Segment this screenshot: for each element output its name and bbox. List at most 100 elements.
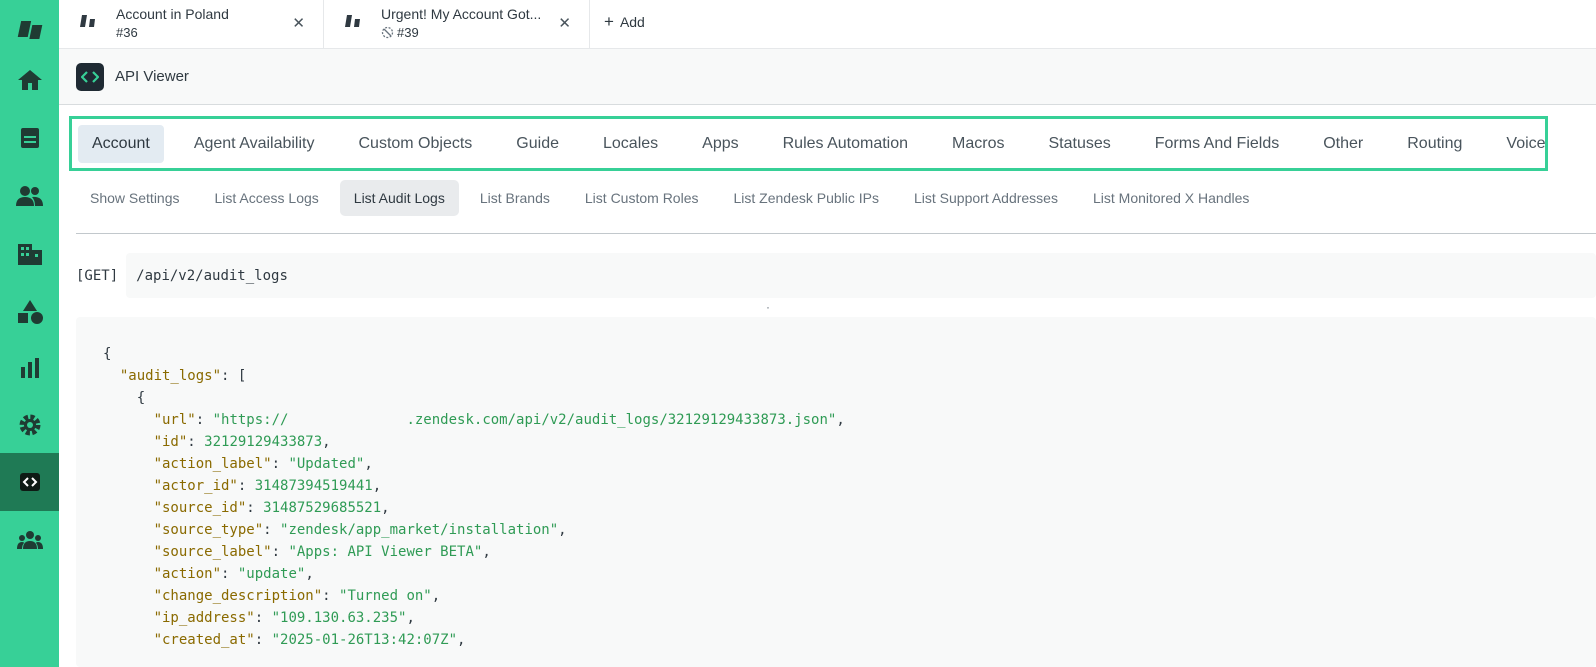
add-tab-label: Add xyxy=(619,13,645,30)
json-key: "change_description" xyxy=(153,588,323,604)
close-icon[interactable]: ✕ xyxy=(558,14,571,32)
divider xyxy=(76,233,1596,234)
app-header: API Viewer xyxy=(59,49,1596,105)
tab-title: Account in Poland xyxy=(116,6,229,22)
json-punct: : xyxy=(263,522,281,538)
json-key: "ip_address" xyxy=(153,610,255,626)
category-tab-account[interactable]: Account xyxy=(78,124,164,163)
category-tab-forms-and-fields[interactable]: Forms And Fields xyxy=(1141,125,1293,163)
json-line: "actor_id": 31487394519441, xyxy=(103,475,1596,497)
json-punct: : xyxy=(271,456,289,472)
json-line: { xyxy=(103,387,1596,409)
endpoint-tab-list-brands[interactable]: List Brands xyxy=(466,180,564,216)
ticket-tab-36[interactable]: Account in Poland #36 ✕ xyxy=(59,0,324,49)
json-brace: { xyxy=(103,346,112,362)
category-tab-routing[interactable]: Routing xyxy=(1393,125,1476,163)
json-line: "source_label": "Apps: API Viewer BETA", xyxy=(103,541,1596,563)
json-value: "zendesk/app_market/installation" xyxy=(280,522,559,538)
json-value: 31487529685521 xyxy=(263,500,382,516)
endpoint-tab-list-zendesk-public-ips[interactable]: List Zendesk Public IPs xyxy=(719,180,893,216)
endpoint-tab-list-monitored-x-handles[interactable]: List Monitored X Handles xyxy=(1079,180,1263,216)
json-value: "Updated" xyxy=(288,456,365,472)
endpoint-tab-list-custom-roles[interactable]: List Custom Roles xyxy=(571,180,713,216)
add-tab-button[interactable]: + Add xyxy=(604,13,645,30)
admin-settings-icon[interactable] xyxy=(0,396,59,454)
json-punct: , xyxy=(364,456,373,472)
category-tab-guide[interactable]: Guide xyxy=(502,125,573,163)
json-punct: , xyxy=(836,412,845,428)
category-tab-statuses[interactable]: Statuses xyxy=(1034,125,1124,163)
category-tab-agent-availability[interactable]: Agent Availability xyxy=(180,125,329,163)
json-punct: , xyxy=(431,588,441,604)
snooze-icon xyxy=(381,26,394,39)
loading-indicator: · xyxy=(766,300,770,314)
json-line: "change_description": "Turned on", xyxy=(103,585,1596,607)
endpoint-path-field[interactable]: /api/v2/audit_logs xyxy=(126,253,1596,298)
json-line: "id": 32129129433873, xyxy=(103,431,1596,453)
json-key: "action_label" xyxy=(153,456,272,472)
json-key: "source_label" xyxy=(153,544,272,560)
json-response-viewer[interactable]: { "audit_logs": [ { "url": "https:// .ze… xyxy=(76,317,1596,667)
json-value: "Turned on" xyxy=(339,588,432,604)
endpoint-tab-show-settings[interactable]: Show Settings xyxy=(76,180,194,216)
category-tab-voice[interactable]: Voice xyxy=(1492,125,1559,163)
json-value: "https:// .zendesk.com/api/v2/audit_logs… xyxy=(212,412,837,428)
json-line: "source_id": 31487529685521, xyxy=(103,497,1596,519)
endpoint-tab-list-access-logs[interactable]: List Access Logs xyxy=(201,180,333,216)
api-viewer-app-icon[interactable] xyxy=(0,453,59,511)
tab-ticket-number: #39 xyxy=(397,25,419,40)
json-value: 32129129433873 xyxy=(204,434,323,450)
json-value: "update" xyxy=(237,566,306,582)
endpoint-tab-list-support-addresses[interactable]: List Support Addresses xyxy=(900,180,1072,216)
json-punct: : xyxy=(187,434,205,450)
home-icon[interactable] xyxy=(0,51,59,109)
category-tab-custom-objects[interactable]: Custom Objects xyxy=(344,125,486,163)
tab-title: Urgent! My Account Got... xyxy=(381,6,542,22)
json-punct: , xyxy=(372,478,382,494)
left-sidebar xyxy=(0,0,59,667)
customers-icon[interactable] xyxy=(0,167,59,225)
json-line: "action": "update", xyxy=(103,563,1596,585)
category-tab-macros[interactable]: Macros xyxy=(938,125,1018,163)
category-tab-rules-automation[interactable]: Rules Automation xyxy=(769,125,922,163)
reporting-icon[interactable] xyxy=(0,339,59,397)
ticket-tab-bar: Account in Poland #36 ✕ Urgent! My Accou… xyxy=(59,0,1596,49)
json-punct: : xyxy=(237,478,255,494)
json-value: "2025-01-26T13:42:07Z" xyxy=(271,632,458,648)
views-icon[interactable] xyxy=(0,109,59,167)
team-icon[interactable] xyxy=(0,511,59,569)
endpoint-tabs: Show Settings List Access Logs List Audit … xyxy=(76,180,1596,216)
zendesk-logo-icon[interactable] xyxy=(0,0,59,58)
json-line: { xyxy=(103,343,1596,365)
tab-ticket-number: #36 xyxy=(116,25,138,40)
json-line: "source_type": "zendesk/app_market/insta… xyxy=(103,519,1596,541)
json-punct: : xyxy=(221,566,238,582)
objects-icon[interactable] xyxy=(0,283,59,341)
endpoint-path: /api/v2/audit_logs xyxy=(136,267,288,284)
endpoint-tab-list-audit-logs[interactable]: List Audit Logs xyxy=(339,180,459,216)
json-key: "created_at" xyxy=(153,632,255,648)
organizations-icon[interactable] xyxy=(0,225,59,283)
json-punct: , xyxy=(381,500,390,516)
tab-subtitle: #39 xyxy=(381,25,419,40)
close-icon[interactable]: ✕ xyxy=(292,14,305,32)
json-punct: , xyxy=(406,610,415,626)
json-key: "id" xyxy=(153,434,188,450)
json-line: "created_at": "2025-01-26T13:42:07Z", xyxy=(103,629,1596,651)
json-value: "Apps: API Viewer BETA" xyxy=(288,544,483,560)
json-punct: , xyxy=(558,522,567,538)
category-tab-other[interactable]: Other xyxy=(1309,125,1377,163)
ticket-tab-39[interactable]: Urgent! My Account Got... #39 ✕ xyxy=(324,0,590,49)
category-tab-locales[interactable]: Locales xyxy=(589,125,672,163)
json-key: "source_type" xyxy=(153,522,264,538)
json-key: "url" xyxy=(153,412,196,428)
json-punct: : xyxy=(322,588,340,604)
api-viewer-logo-icon xyxy=(76,63,104,91)
app-root: Account in Poland #36 ✕ Urgent! My Accou… xyxy=(0,0,1596,667)
app-title: API Viewer xyxy=(115,68,189,85)
json-punct: , xyxy=(457,632,466,648)
category-tab-apps[interactable]: Apps xyxy=(688,125,752,163)
plus-icon: + xyxy=(604,12,614,31)
json-punct: , xyxy=(322,434,331,450)
json-punct: , xyxy=(305,566,314,582)
